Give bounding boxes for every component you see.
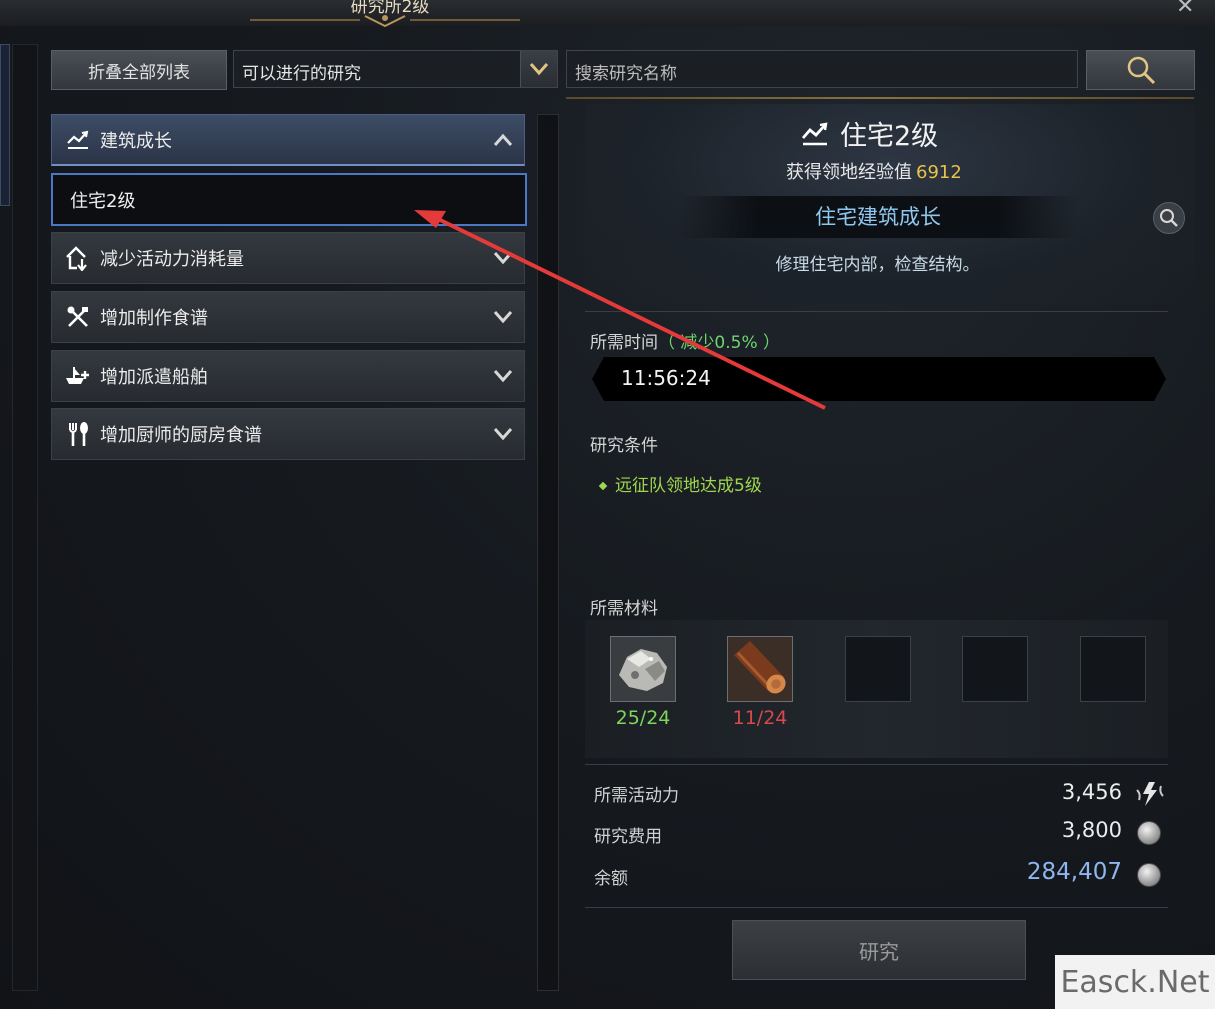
collapse-all-button[interactable]: 折叠全部列表 [51,50,227,90]
category-chef-recipes[interactable]: 增加厨师的厨房食谱 [51,408,525,460]
chevron-down-icon[interactable] [520,51,557,87]
close-icon[interactable]: ✕ [1176,0,1194,19]
material-slot-empty [962,636,1028,702]
divider [585,311,1168,312]
search-placeholder: 搜索研究名称 [575,64,677,84]
search-button[interactable] [1086,50,1195,90]
category-label: 增加制作食谱 [100,308,208,329]
chevron-down-icon [493,252,513,265]
energy-value: 3,456 [1061,780,1122,804]
chevron-down-icon [493,370,513,383]
category-label: 增加厨师的厨房食谱 [100,425,262,446]
material-slot-timber[interactable] [727,636,793,702]
material-slot-empty [1080,636,1146,702]
chart-line-icon [64,126,92,154]
filter-selected-value: 可以进行的研究 [242,64,361,84]
title-bar: 研究所2级 ✕ [0,0,1215,28]
detail-header: 住宅2级 [800,114,938,153]
ore-icon [611,637,675,701]
time-reduction: （ 减少0.5% ） [658,333,780,353]
filter-dropdown[interactable]: 可以进行的研究 [233,50,558,88]
ship-icon [64,362,92,390]
exp-label: 获得领地经验值 [786,162,912,183]
condition-item: 远征队领地达成5级 [598,471,762,496]
exp-value: 6912 [916,162,962,183]
category-label: 建筑成长 [100,130,172,152]
watermark-label: Easck.Net [1055,955,1215,1009]
divider [585,907,1168,908]
category-label: 减少活动力消耗量 [100,249,244,270]
search-input[interactable]: 搜索研究名称 [566,50,1078,88]
silver-coin-icon [1137,863,1161,887]
research-button[interactable]: 研究 [732,920,1026,980]
balance-label: 余额 [594,869,628,889]
detail-subtitle: 住宅建筑成长 [815,205,941,229]
header-divider [566,97,1194,99]
category-crafting-recipes[interactable]: 增加制作食谱 [51,291,525,343]
research-item-selected[interactable]: 住宅2级 [51,173,527,226]
energy-label: 所需活动力 [594,786,679,806]
silver-coin-icon [1137,821,1161,845]
search-icon [1127,56,1155,85]
left-panel-edge [0,44,10,206]
exp-reward: 获得领地经验值 6912 [786,158,962,184]
balance-value: 284,407 [1026,859,1122,885]
fee-value: 3,800 [1061,818,1122,842]
time-section: 所需时间（ 减少0.5% ） [590,328,780,353]
detail-description: 修理住宅内部，检查结构。 [775,255,980,275]
zoom-button[interactable] [1153,202,1185,234]
category-building-growth[interactable]: 建筑成长 [51,114,525,166]
magnifier-icon [1160,209,1178,227]
left-panel-track [12,44,38,991]
material-slot-empty [845,636,911,702]
category-dispatch-ships[interactable]: 增加派遣船舶 [51,350,525,402]
list-scrollbar[interactable] [537,114,559,991]
detail-title: 住宅2级 [840,121,939,152]
category-label: 增加派遣船舶 [100,367,208,388]
timber-log-icon [728,637,792,701]
title-ornament-icon [250,15,520,28]
lightning-icon [1136,782,1164,806]
divider [585,764,1168,765]
conditions-label: 研究条件 [590,436,658,456]
materials-label: 所需材料 [590,599,658,619]
fee-label: 研究费用 [594,827,662,847]
chevron-down-icon [493,311,513,324]
chevron-up-icon [493,133,513,146]
fork-spoon-icon [64,420,92,448]
research-window: 研究所2级 ✕ 折叠全部列表 可以进行的研究 搜索研究名称 建筑成长 住宅2级 … [0,0,1215,1009]
category-reduce-energy[interactable]: 减少活动力消耗量 [51,232,525,284]
bullet-icon [598,481,608,491]
time-label: 所需时间 [590,333,658,353]
time-value: 11:56:24 [621,366,711,390]
condition-text: 远征队领地达成5级 [615,476,762,496]
chart-line-icon [801,122,828,145]
chevron-down-icon [493,428,513,441]
material-quantity: 11/24 [732,707,788,729]
house-arrow-icon [64,244,92,272]
material-slot-ore[interactable] [610,636,676,702]
material-quantity: 25/24 [615,707,671,729]
tools-icon [64,303,92,331]
